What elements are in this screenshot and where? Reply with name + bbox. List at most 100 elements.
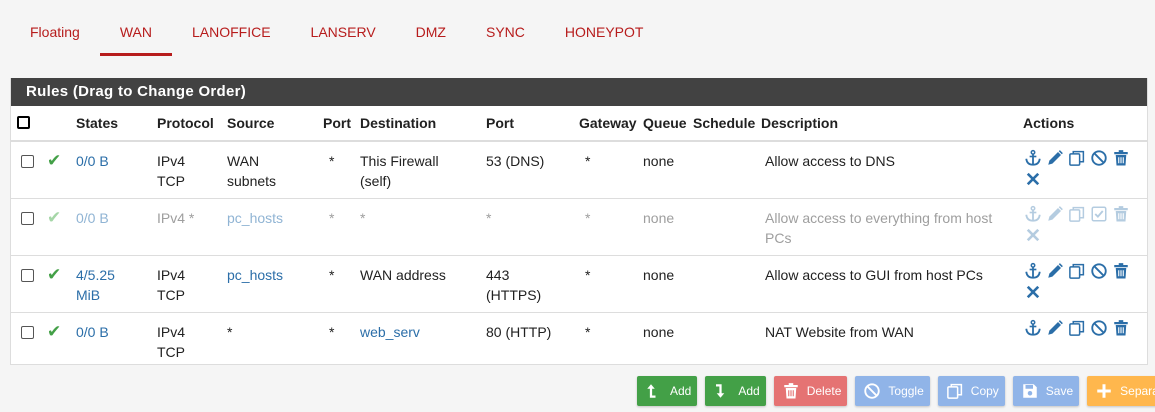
description-cell: NAT Website from WAN bbox=[765, 323, 914, 340]
check-square-icon[interactable] bbox=[1089, 205, 1108, 224]
row-actions bbox=[1023, 319, 1133, 338]
anchor-icon[interactable] bbox=[1023, 148, 1042, 167]
row-select-checkbox[interactable] bbox=[21, 211, 34, 225]
copy-icon[interactable] bbox=[1067, 148, 1086, 167]
queue-cell: none bbox=[643, 266, 675, 283]
source-port-cell: * bbox=[329, 266, 335, 283]
states-link[interactable]: 0/0 B bbox=[76, 210, 109, 226]
select-all-checkbox[interactable] bbox=[17, 116, 30, 129]
copy-button[interactable]: Copy bbox=[937, 376, 1005, 406]
col-gateway: Gateway bbox=[575, 106, 639, 142]
row-select-checkbox[interactable] bbox=[21, 155, 34, 168]
toggle-button[interactable]: Toggle bbox=[855, 376, 930, 406]
button-label: Add bbox=[738, 384, 760, 398]
add-bottom-button[interactable]: Add bbox=[705, 376, 766, 406]
tab-lanserv[interactable]: LANSERV bbox=[291, 16, 396, 56]
copy-icon bbox=[944, 382, 966, 400]
col-dport: Port bbox=[482, 106, 575, 142]
destination-port-cell: * bbox=[486, 209, 492, 226]
plus-icon bbox=[1093, 382, 1115, 400]
queue-cell: none bbox=[643, 323, 675, 340]
gateway-cell: * bbox=[585, 266, 591, 283]
pencil-icon[interactable] bbox=[1045, 262, 1064, 281]
destination-port-cell: 443 (HTTPS) bbox=[486, 266, 542, 303]
destination-port-cell: 53 (DNS) bbox=[486, 153, 545, 169]
trash-icon[interactable] bbox=[1111, 205, 1130, 224]
rule-row[interactable]: ✔ 0/0 B IPv4 TCP * * web_serv 80 (HTTP) * none NAT… bbox=[11, 312, 1147, 369]
pencil-icon[interactable] bbox=[1045, 148, 1064, 167]
trash-icon[interactable] bbox=[1111, 262, 1130, 281]
row-actions bbox=[1023, 148, 1133, 188]
add-top-button[interactable]: Add bbox=[637, 376, 698, 406]
col-states: States bbox=[72, 106, 153, 142]
col-queue: Queue bbox=[639, 106, 689, 142]
delete-button[interactable]: Delete bbox=[773, 376, 848, 406]
row-actions bbox=[1023, 262, 1133, 302]
destination-cell[interactable]: web_serv bbox=[360, 324, 420, 340]
rule-row[interactable]: ✔ 0/0 B IPv4 * pc_hosts * * * * none Allow access… bbox=[11, 198, 1147, 256]
anchor-icon[interactable] bbox=[1023, 319, 1042, 338]
states-link[interactable]: 0/0 B bbox=[76, 324, 109, 340]
enabled-check-icon[interactable]: ✔ bbox=[47, 322, 61, 342]
button-label: Toggle bbox=[888, 384, 924, 398]
enabled-check-icon[interactable]: ✔ bbox=[47, 208, 61, 228]
protocol-cell: IPv4 TCP bbox=[157, 323, 186, 360]
enabled-check-icon[interactable]: ✔ bbox=[47, 265, 61, 285]
ban-icon[interactable] bbox=[1089, 319, 1108, 338]
tab-sync[interactable]: SYNC bbox=[466, 16, 545, 56]
tab-lanoffice[interactable]: LANOFFICE bbox=[172, 16, 291, 56]
tab-honeypot[interactable]: HONEYPOT bbox=[545, 16, 664, 56]
source-cell[interactable]: pc_hosts bbox=[227, 267, 283, 283]
times-icon[interactable] bbox=[1023, 169, 1042, 188]
queue-cell: none bbox=[643, 153, 675, 169]
description-cell: Allow access to everything from host PCs bbox=[765, 209, 993, 246]
col-port: Port bbox=[319, 106, 356, 142]
anchor-icon[interactable] bbox=[1023, 205, 1042, 224]
panel-title: Rules (Drag to Change Order) bbox=[11, 78, 1147, 106]
copy-icon[interactable] bbox=[1067, 205, 1086, 224]
enabled-check-icon[interactable]: ✔ bbox=[47, 151, 61, 171]
button-label: Copy bbox=[970, 384, 999, 398]
description-cell: Allow access to DNS bbox=[765, 153, 895, 169]
tab-floating[interactable]: Floating bbox=[10, 16, 100, 56]
pencil-icon[interactable] bbox=[1045, 205, 1064, 224]
times-icon[interactable] bbox=[1023, 226, 1042, 245]
description-cell: Allow access to GUI from host PCs bbox=[765, 266, 983, 283]
tab-dmz[interactable]: DMZ bbox=[396, 16, 466, 56]
copy-icon[interactable] bbox=[1067, 319, 1086, 338]
col-actions: Actions bbox=[1019, 106, 1147, 142]
protocol-cell: IPv4 * bbox=[157, 209, 195, 226]
button-label: Separator bbox=[1120, 384, 1155, 398]
states-link[interactable]: 0/0 B bbox=[76, 153, 109, 169]
col-destination: Destination bbox=[356, 106, 482, 142]
pencil-icon[interactable] bbox=[1045, 319, 1064, 338]
queue-cell: none bbox=[643, 209, 675, 226]
interface-tabs: Floating WAN LANOFFICE LANSERV DMZ SYNC HONEYP… bbox=[10, 16, 663, 56]
rule-row[interactable]: ✔ 4/5.25 MiB IPv4 TCP pc_hosts * WAN address 443… bbox=[11, 255, 1147, 313]
source-cell: * bbox=[227, 323, 233, 340]
separator-button[interactable]: Separator bbox=[1087, 376, 1155, 406]
rule-row[interactable]: ✔ 0/0 B IPv4 TCP WAN subnets * This Firewall (se… bbox=[11, 141, 1147, 199]
col-protocol: Protocol bbox=[153, 106, 223, 142]
anchor-icon[interactable] bbox=[1023, 262, 1042, 281]
table-header-row: States Protocol Source Port Destination … bbox=[11, 106, 1147, 142]
col-description: Description bbox=[757, 106, 1019, 142]
gateway-cell: * bbox=[585, 323, 591, 340]
trash-icon bbox=[780, 382, 802, 400]
trash-icon[interactable] bbox=[1111, 319, 1130, 338]
states-link[interactable]: 4/5.25 MiB bbox=[76, 267, 115, 303]
protocol-cell: IPv4 TCP bbox=[157, 153, 186, 189]
ban-icon bbox=[861, 382, 883, 400]
times-icon[interactable] bbox=[1023, 283, 1042, 302]
ban-icon[interactable] bbox=[1089, 262, 1108, 281]
gateway-cell: * bbox=[585, 209, 591, 226]
save-button[interactable]: Save bbox=[1012, 376, 1080, 406]
trash-icon[interactable] bbox=[1111, 148, 1130, 167]
row-select-checkbox[interactable] bbox=[21, 268, 34, 282]
ban-icon[interactable] bbox=[1089, 148, 1108, 167]
tab-wan[interactable]: WAN bbox=[99, 16, 173, 56]
source-cell[interactable]: pc_hosts bbox=[227, 210, 283, 226]
copy-icon[interactable] bbox=[1067, 262, 1086, 281]
destination-cell: This Firewall (self) bbox=[360, 153, 439, 189]
row-select-checkbox[interactable] bbox=[21, 325, 34, 339]
